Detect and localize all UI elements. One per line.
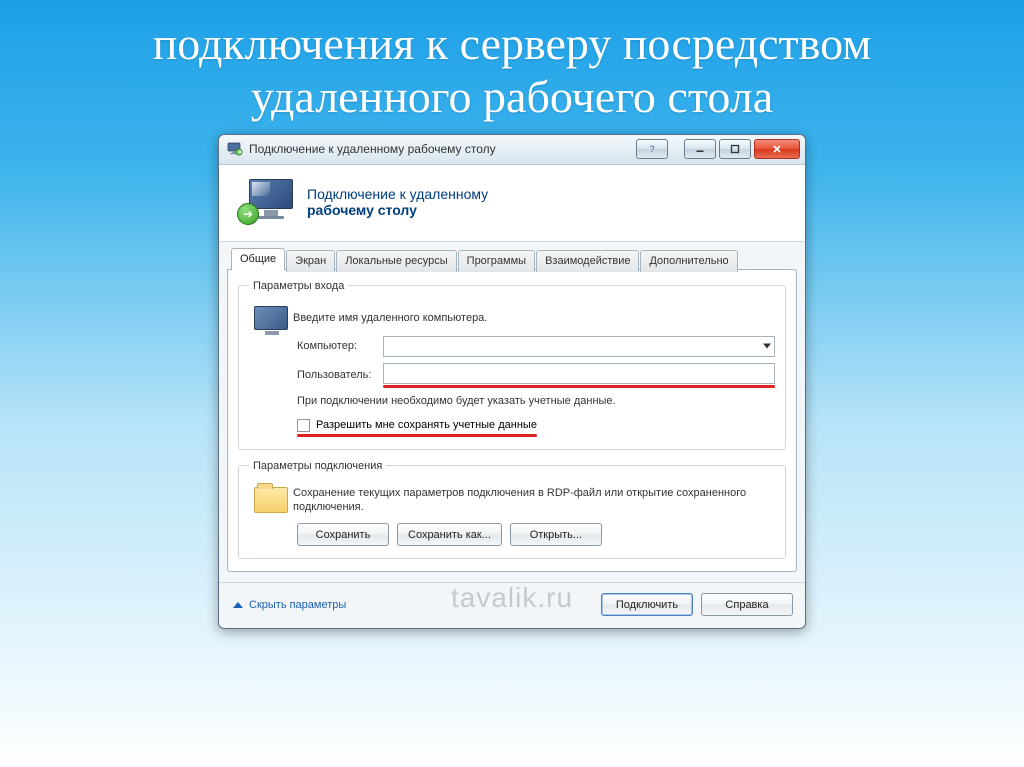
connection-settings-group: Параметры подключения Сохранение текущих… (238, 460, 786, 560)
connection-settings-note: Сохранение текущих параметров подключени… (293, 486, 775, 516)
svg-text:?: ? (649, 144, 654, 154)
hide-options-link[interactable]: Скрыть параметры (233, 599, 346, 611)
header-line1: Подключение к удаленному (307, 186, 488, 202)
tab-advanced[interactable]: Дополнительно (640, 250, 737, 272)
header-line2: рабочему столу (307, 202, 488, 218)
window-title: Подключение к удаленному рабочему столу (249, 142, 636, 156)
save-credentials-checkbox[interactable] (297, 419, 310, 432)
rdp-dialog: Подключение к удаленному рабочему столу … (218, 134, 806, 630)
dialog-header: ➜ Подключение к удаленному рабочему стол… (219, 165, 805, 242)
help-footer-button[interactable]: Справка (701, 593, 793, 616)
computer-label: Компьютер: (293, 340, 383, 352)
help-button[interactable]: ? (636, 139, 668, 159)
maximize-button[interactable] (719, 139, 751, 159)
computer-input[interactable] (383, 336, 775, 357)
chevron-down-icon[interactable] (763, 344, 771, 349)
connection-settings-legend: Параметры подключения (249, 460, 386, 472)
tab-strip: Общие Экран Локальные ресурсы Программы … (227, 248, 797, 270)
annotation-underline-user (383, 385, 775, 388)
minimize-button[interactable] (684, 139, 716, 159)
chevron-up-icon (233, 602, 243, 608)
open-button[interactable]: Открыть... (510, 523, 602, 546)
slide-title: подключения к серверу посредством удален… (0, 0, 1024, 130)
annotation-underline-checkbox (297, 434, 537, 437)
remote-desktop-icon: ➜ (237, 179, 293, 225)
logon-settings-legend: Параметры входа (249, 280, 348, 292)
close-button[interactable] (754, 139, 800, 159)
hide-options-label: Скрыть параметры (249, 599, 346, 611)
tab-panel-general: Параметры входа Введите имя удаленного к… (227, 269, 797, 573)
dialog-footer: Скрыть параметры Подключить Справка (219, 582, 805, 628)
save-button[interactable]: Сохранить (297, 523, 389, 546)
tab-local-resources[interactable]: Локальные ресурсы (336, 250, 456, 272)
user-input[interactable] (383, 363, 775, 384)
tab-general[interactable]: Общие (231, 248, 285, 270)
rdp-icon (227, 141, 243, 157)
save-credentials-label: Разрешить мне сохранять учетные данные (316, 419, 537, 431)
user-label: Пользователь: (293, 369, 383, 381)
tab-experience[interactable]: Взаимодействие (536, 250, 639, 272)
connect-button[interactable]: Подключить (601, 593, 693, 616)
save-as-button[interactable]: Сохранить как... (397, 523, 502, 546)
tab-programs[interactable]: Программы (458, 250, 535, 272)
logon-prompt: Введите имя удаленного компьютера. (293, 312, 775, 324)
titlebar[interactable]: Подключение к удаленному рабочему столу … (219, 135, 805, 165)
logon-settings-group: Параметры входа Введите имя удаленного к… (238, 280, 786, 450)
computer-icon (249, 306, 293, 330)
tab-display[interactable]: Экран (286, 250, 335, 272)
credentials-note: При подключении необходимо будет указать… (249, 394, 775, 409)
folder-icon (249, 487, 293, 513)
